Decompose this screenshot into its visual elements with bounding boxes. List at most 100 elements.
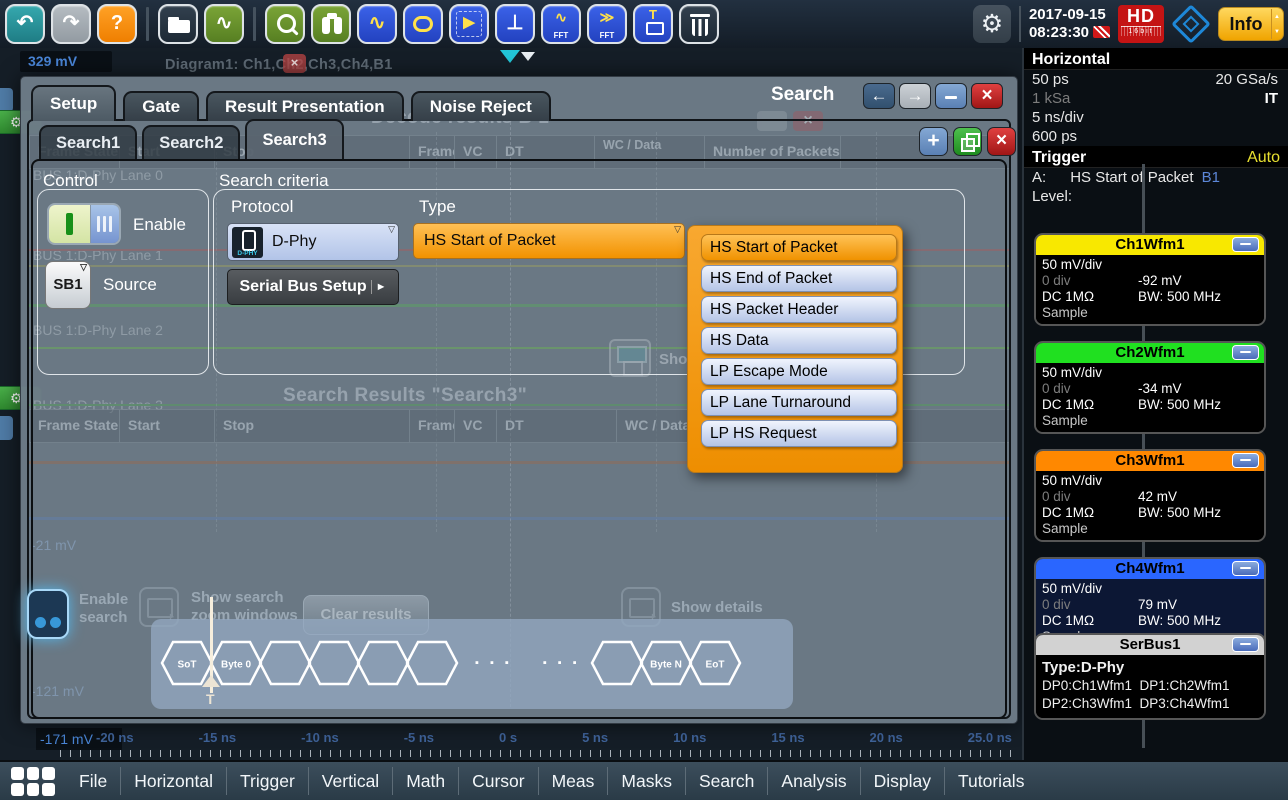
channel-coupling: DC 1MΩ <box>1042 397 1095 412</box>
minimize-icon[interactable] <box>935 83 967 109</box>
channel-position: 0 div <box>1042 597 1071 612</box>
trigger-arrow-icon <box>202 675 220 687</box>
channel-bandwidth: BW: 500 MHz <box>1138 289 1222 304</box>
type-select[interactable]: HS Start of Packet ▽ <box>413 223 685 259</box>
timebase-value: 5 ns/div <box>1032 109 1084 126</box>
trigger-source-label: A: <box>1032 169 1047 186</box>
serial-bus-setup-button[interactable]: Serial Bus Setup ► <box>227 269 399 305</box>
scroll-fragment <box>0 416 13 440</box>
info-button[interactable]: Info ▲ ▼ <box>1218 7 1284 41</box>
packet-hex-empty <box>405 640 459 686</box>
trigger-position-marker-icon[interactable] <box>500 50 520 63</box>
serbus-sources-1: DP0:Ch1Wfm1 DP1:Ch2Wfm1 <box>1042 678 1230 693</box>
horizontal-panel[interactable]: Horizontal 50 ps 20 GSa/s 1 kSa IT 5 ns/di… <box>1024 48 1288 146</box>
enable-toggle[interactable] <box>47 203 121 245</box>
channel-bandwidth: BW: 500 MHz <box>1138 505 1222 520</box>
channel-coupling: DC 1MΩ <box>1042 289 1095 304</box>
packet-hex-byte-n: Byte N <box>639 640 693 686</box>
enable-label: Enable <box>133 215 186 234</box>
mask-test-icon[interactable] <box>403 4 443 44</box>
show-details-label: Show details <box>671 599 763 616</box>
open-file-icon[interactable] <box>158 4 198 44</box>
app-grid-icon[interactable] <box>11 766 55 796</box>
reference-position-marker-icon[interactable] <box>521 52 535 61</box>
math-waveform-icon[interactable]: ∿ <box>357 4 397 44</box>
source-label: Source <box>103 275 157 294</box>
copy-search-icon[interactable] <box>953 127 982 156</box>
minimize-icon[interactable] <box>1232 345 1259 360</box>
packet-hex-empty <box>307 640 361 686</box>
info-spinner-arrows[interactable]: ▲ ▼ <box>1271 9 1282 39</box>
trigger-source-badge: B1 <box>1201 169 1220 186</box>
delete-trash-icon[interactable] <box>679 4 719 44</box>
fft-gated-icon[interactable]: ≫ FFT <box>587 4 627 44</box>
horizontal-panel-title: Horizontal <box>1024 48 1288 70</box>
enable-search-toggle[interactable] <box>27 589 69 639</box>
trigger-panel-title: Trigger <box>1032 149 1087 166</box>
delete-search-icon[interactable]: × <box>987 127 1016 156</box>
find-binoculars-icon[interactable] <box>311 4 351 44</box>
rohde-schwarz-logo <box>1171 4 1211 44</box>
svg-text:Byte N: Byte N <box>650 660 682 671</box>
undo-icon[interactable]: ↶ <box>5 4 45 44</box>
channel-coupling: DC 1MΩ <box>1042 613 1095 628</box>
dots-separator: ▪ ▪ ▪ <box>475 657 513 669</box>
chevron-down-icon: ▽ <box>388 224 395 234</box>
packet-hex-empty <box>356 640 410 686</box>
protocol-select[interactable]: D-PHY D-Phy ▽ <box>227 223 399 261</box>
type-label: Type <box>419 197 456 216</box>
signal-generator-icon[interactable]: ∿ <box>204 4 244 44</box>
minimize-icon[interactable] <box>1232 237 1259 252</box>
channel-position: 0 div <box>1042 381 1071 396</box>
channel-acq-mode: Sample <box>1042 521 1088 536</box>
packet-structure-panel: SoT Byte 0 ▪ ▪ ▪ ▪ ▪ ▪ Byte N EoT <box>151 619 793 709</box>
help-icon[interactable]: ? <box>97 4 137 44</box>
bottom-menubar: File Horizontal Trigger Vertical Math Cursor M… <box>0 760 1288 800</box>
position-value: 600 ps <box>1032 128 1078 145</box>
packet-hex-empty <box>590 640 644 686</box>
type-dropdown-menu: HS Start of Packet HS End of Packet HS Pac… <box>687 225 903 473</box>
minimize-icon[interactable] <box>1232 637 1259 652</box>
minimize-icon[interactable] <box>1232 561 1259 576</box>
channel-name: Ch4Wfm1 <box>1115 560 1185 577</box>
diagram-tab-close-icon[interactable]: × <box>283 54 306 73</box>
fft-spectrum-icon[interactable]: ∿ FFT <box>541 4 581 44</box>
channel-name: Ch1Wfm1 <box>1115 236 1185 253</box>
settings-gear-icon[interactable]: ⚙ <box>972 5 1011 43</box>
nav-back-icon[interactable]: ← <box>863 83 895 109</box>
serbus-sources-2: DP2:Ch3Wfm1 DP3:Ch4Wfm1 <box>1042 696 1230 711</box>
search-tabs: Search1 Search2 Search3 <box>39 119 344 159</box>
close-icon[interactable]: × <box>971 83 1003 109</box>
Ch3Wfm1[interactable]: Ch3Wfm1 50 mV/div 0 div 42 mV DC 1MΩ BW: 5… <box>1034 449 1266 542</box>
hd-mode-badge[interactable]: HD 16bit <box>1118 5 1164 43</box>
resolution-value: 50 ps <box>1032 71 1069 88</box>
toolbar-separator <box>146 7 149 41</box>
minimize-icon[interactable] <box>1232 453 1259 468</box>
add-search-icon[interactable]: + <box>919 127 948 156</box>
redo-icon[interactable]: ↷ <box>51 4 91 44</box>
channel-scale: 50 mV/div <box>1042 365 1103 380</box>
trigger-level-label: Level: <box>1032 188 1073 205</box>
dphy-protocol-icon: D-PHY <box>232 227 263 258</box>
measurement-caliper-icon[interactable]: ⊥ <box>495 4 535 44</box>
Ch2Wfm1[interactable]: Ch2Wfm1 50 mV/div 0 div -34 mV DC 1MΩ BW: … <box>1034 341 1266 434</box>
diagram-tab-label: Diagram1: Ch1,Ch2,Ch3,Ch4,B1 <box>165 57 393 73</box>
toolbar-right-cluster: ⚙ 2017-09-15 08:23:30 HD 16bit Info ▲ ▼ <box>972 0 1284 48</box>
Ch1Wfm1[interactable]: Ch1Wfm1 50 mV/div 0 div -92 mV DC 1MΩ BW: … <box>1034 233 1266 326</box>
chevron-down-icon: ▽ <box>80 262 87 272</box>
reference-play-icon[interactable]: ▶ <box>449 4 489 44</box>
chevron-down-icon: ▽ <box>674 224 681 234</box>
time-text: 08:23:30 <box>1029 24 1110 42</box>
search-dialog: Decode results B 1 × Frame StateStartSto… <box>20 76 1018 724</box>
source-select[interactable]: SB1 ▽ <box>45 261 91 309</box>
serial-bus-card[interactable]: SerBus1 Type:D-Phy DP0:Ch1Wfm1 DP1:Ch2Wf… <box>1034 633 1266 720</box>
control-heading: Control <box>43 171 98 190</box>
dots-separator: ▪ ▪ ▪ <box>542 657 581 669</box>
waveform-screen: 329 mV Diagram1: Ch1,Ch2,Ch3,Ch4,B1 × ⚙ … <box>0 48 1022 760</box>
timing-clamp-icon[interactable]: T <box>633 4 673 44</box>
toolbar-icons: ↶ ↷ ? ∿ ∿ ▶ ⊥ ∿ FFT ≫ FFT T <box>5 4 719 44</box>
packet-hex-eot: EoT <box>688 640 742 686</box>
trigger-panel[interactable]: Trigger Auto A: HS Start of Packet B1 Level… <box>1024 146 1288 206</box>
nav-forward-icon[interactable]: → <box>899 83 931 109</box>
zoom-icon[interactable] <box>265 4 305 44</box>
